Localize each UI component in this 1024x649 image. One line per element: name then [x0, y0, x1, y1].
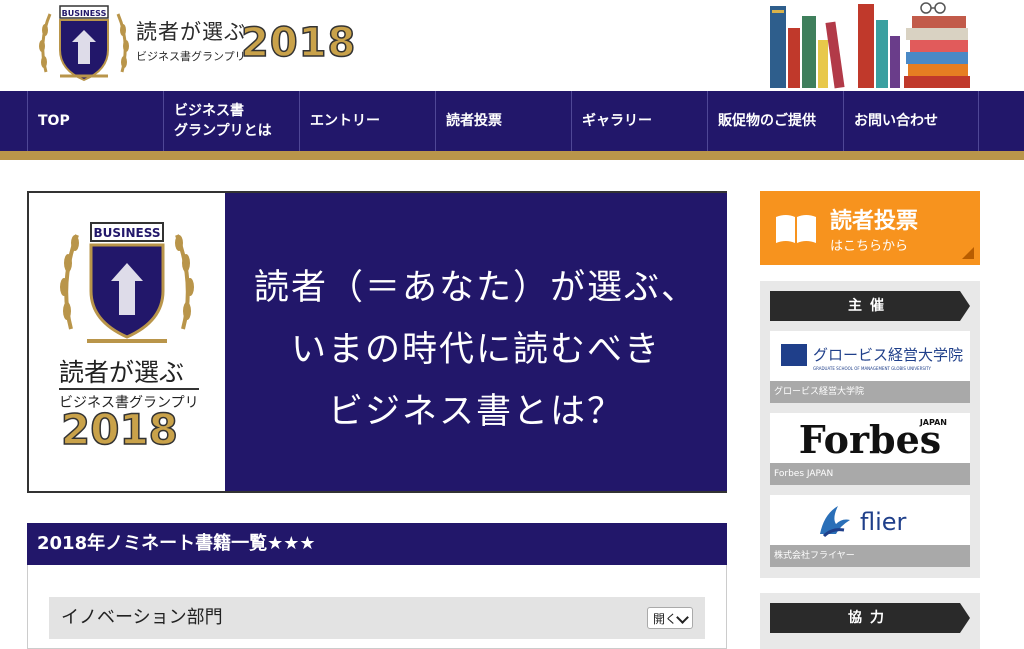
category-toggle-button[interactable]: 開く [647, 607, 693, 629]
site-header: BUSINESS 読者が選ぶ ビジネス書グランプリ 2018 [0, 0, 1024, 91]
flier-logo: flier [770, 495, 970, 545]
forbes-logo-icon: Forbes JAPAN [799, 417, 947, 461]
sponsor-flier[interactable]: flier 株式会社フライヤー [770, 495, 970, 567]
nav-item-gallery[interactable]: ギャラリー [571, 91, 707, 151]
forbes-logo: Forbes JAPAN [770, 413, 970, 463]
hero-crest-icon: BUSINESS [60, 222, 194, 343]
site-logo[interactable]: BUSINESS 読者が選ぶ ビジネス書グランプリ 2018 [36, 2, 356, 86]
globis-logo-icon: グロービス経営大学院 GRADUATE SCHOOL OF MANAGEMENT… [781, 344, 963, 371]
nav-item-about-label: ビジネス書 グランプリとは [174, 103, 272, 139]
vote-subtitle: はこちらから [830, 239, 909, 254]
forbes-logo-small: JAPAN [919, 418, 947, 427]
hero-logo: BUSINESS 読者が選ぶ ビジネス書グランプリ 2018 [29, 193, 225, 491]
logo-title: 読者が選ぶ [136, 20, 246, 44]
books-illustration-icon [770, 2, 970, 89]
logo-subtitle: ビジネス書グランプリ [136, 50, 246, 63]
sponsor-caption: Forbes JAPAN [770, 463, 970, 485]
nav-item-vote[interactable]: 読者投票 [435, 91, 571, 151]
sponsor-globis[interactable]: グロービス経営大学院 GRADUATE SCHOOL OF MANAGEMENT… [770, 331, 970, 403]
sponsor-forbes[interactable]: Forbes JAPAN Forbes JAPAN [770, 413, 970, 485]
main-nav: TOP ビジネス書 グランプリとは エントリー 読者投票 ギャラリー 販促物のご… [0, 91, 1024, 151]
hero-line-2: いまの時代に読むべき [290, 330, 661, 370]
nav-item-top[interactable]: TOP [27, 91, 163, 151]
category-row[interactable]: イノベーション部門 開く [49, 597, 705, 639]
open-book-icon [776, 215, 816, 243]
nav-item-promo[interactable]: 販促物のご提供 [707, 91, 843, 151]
hero-tagline: 読者（＝あなた）が選ぶ、 いまの時代に読むべき ビジネス書とは？ [225, 193, 727, 491]
nav-item-entry[interactable]: エントリー [299, 91, 435, 151]
cooperation-heading: 協力 [770, 603, 970, 633]
hero-logo-year: 2018 [60, 404, 178, 455]
nav-item-contact[interactable]: お問い合わせ [843, 91, 979, 151]
category-toggle-label: 開く [653, 612, 678, 626]
sponsor-caption: グロービス経営大学院 [770, 381, 970, 403]
crest-emblem-icon: BUSINESS [39, 5, 129, 82]
vote-button[interactable]: 読者投票 はこちらから [760, 191, 980, 265]
cooperation-panel: 協力 [760, 593, 980, 649]
corner-arrow-icon [962, 247, 974, 259]
hero-logo-title: 読者が選ぶ [59, 358, 185, 387]
nominees-heading: 2018年ノミネート書籍一覧★★★ [27, 523, 727, 565]
hero-crest-text: BUSINESS [94, 226, 161, 240]
nav-divider [0, 151, 1024, 160]
flier-logo-icon: flier [820, 506, 907, 538]
vote-title: 読者投票 [830, 209, 919, 234]
nav-item-about[interactable]: ビジネス書 グランプリとは [163, 91, 299, 151]
nominees-body: イノベーション部門 開く [27, 565, 727, 649]
globis-logo: グロービス経営大学院 GRADUATE SCHOOL OF MANAGEMENT… [770, 331, 970, 381]
logo-year: 2018 [240, 19, 357, 67]
organizer-heading: 主催 [770, 291, 970, 321]
globis-logo-small: GRADUATE SCHOOL OF MANAGEMENT GLOBIS UNI… [813, 366, 932, 371]
chevron-down-icon [676, 611, 689, 624]
crest-text: BUSINESS [62, 9, 107, 18]
category-label: イノベーション部門 [61, 607, 223, 628]
sponsor-caption: 株式会社フライヤー [770, 545, 970, 567]
flier-logo-text: flier [860, 508, 907, 536]
globis-logo-text: グロービス経営大学院 [813, 346, 963, 364]
organizer-panel: 主催 グロービス経営大学院 GRADUATE SCHOOL OF MANAGEM… [760, 281, 980, 578]
hero-line-1: 読者（＝あなた）が選ぶ、 [253, 268, 698, 308]
hero-line-3: ビジネス書とは？ [327, 392, 624, 432]
hero-banner: BUSINESS 読者が選ぶ ビジネス書グランプリ 2018 読者（＝あなた）が… [27, 191, 727, 493]
